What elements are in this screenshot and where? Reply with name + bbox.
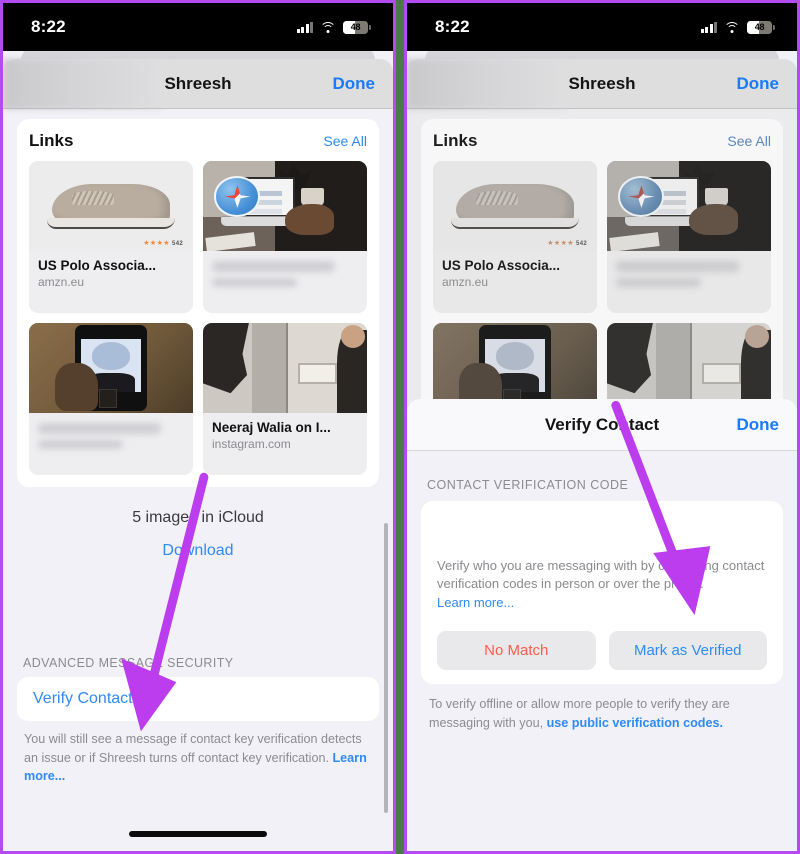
verify-contact-sheet: Verify Contact Done CONTACT VERIFICATION… [407,399,797,851]
icloud-count-label: 5 images in iCloud [132,509,264,526]
verify-done-button[interactable]: Done [737,415,780,435]
verify-footer-text: To verify offline or allow more people t… [421,684,783,732]
verification-code-card: Verify who you are messaging with by com… [421,501,783,685]
status-icon-group: 48 [296,20,371,34]
safari-icon [618,176,665,217]
verify-contact-body: CONTACT VERIFICATION CODE Verify who you… [407,451,797,732]
rating-stars: ★★★★ 542 [143,240,184,248]
verification-description-body: Verify who you are messaging with by com… [437,558,765,592]
status-clock: 8:22 [31,17,66,36]
home-indicator [129,831,267,837]
links-card: Links See All ★★★★ 542 US Polo Associa...… [17,119,379,487]
rating-stars: ★★★★ 542 [547,240,588,248]
see-all-button[interactable]: See All [323,133,367,149]
link-thumbnail-shoe: ★★★★ 542 [29,161,193,251]
link-tile[interactable]: ★★★★ 542 US Polo Associa... amzn.eu [433,161,597,313]
link-thumbnail-desk [607,161,771,251]
footer-body: You will still see a message if contact … [24,732,362,765]
link-host: amzn.eu [442,275,489,289]
navbar-blur-overlay [407,59,567,109]
security-footer-text: You will still see a message if contact … [17,721,379,785]
link-meta-blurred [607,251,771,287]
links-header: Links See All [29,131,367,151]
link-meta: US Polo Associa... amzn.eu [29,251,193,289]
battery-icon: 48 [747,20,772,34]
screenshot-stage: 8:22 48 Shreesh Done Links See All ★★★★ … [0,0,800,854]
status-bar-right: 8:22 48 [407,3,797,51]
page-title: Shreesh [164,74,232,93]
icloud-section: 5 images in iCloud Download [17,509,379,560]
learn-more-link[interactable]: Learn more... [437,595,514,610]
advanced-message-security-section: ADVANCED MESSAGE SECURITY Verify Contact… [17,656,379,785]
verify-contact-title: Verify Contact [544,415,660,434]
mark-as-verified-button[interactable]: Mark as Verified [608,631,767,671]
nav-bar-right: Shreesh Done [407,59,797,109]
navbar-blur-overlay [3,59,163,109]
contact-verification-code-label: CONTACT VERIFICATION CODE [427,478,629,492]
nav-bar-left: Shreesh Done [3,59,393,109]
link-tile[interactable]: Neeraj Walia on I... instagram.com [203,323,367,475]
battery-level-label: 48 [350,22,361,32]
wifi-icon [724,21,740,33]
public-verification-codes-link[interactable]: use public verification codes. [547,716,723,730]
verification-description: Verify who you are messaging with by com… [437,557,767,612]
link-tile[interactable]: ★★★★ 542 US Polo Associa... amzn.eu [29,161,193,313]
see-all-button[interactable]: See All [727,133,771,149]
link-thumbnail-phone [29,323,193,413]
link-title: US Polo Associa... [38,258,157,273]
link-host: amzn.eu [38,275,85,289]
cellular-bars-icon [700,21,717,33]
verify-contact-navbar: Verify Contact Done [407,399,797,451]
status-clock: 8:22 [435,17,470,36]
status-bar-left: 8:22 48 [3,3,393,51]
page-title: Shreesh [568,74,636,93]
download-button[interactable]: Download [162,542,233,560]
link-meta-blurred [29,413,193,449]
wifi-icon [320,21,336,33]
safari-icon [214,176,261,217]
link-thumbnail-room [203,323,367,413]
status-icon-group: 48 [700,20,775,34]
battery-icon: 48 [343,20,368,34]
battery-level-label: 48 [754,22,765,32]
link-thumbnail-desk [203,161,367,251]
links-header: Links See All [433,131,771,151]
link-tile[interactable] [29,323,193,475]
section-header: ADVANCED MESSAGE SECURITY [23,656,234,671]
link-thumbnail-shoe: ★★★★ 542 [433,161,597,251]
link-tile[interactable] [203,161,367,313]
link-meta: US Polo Associa... amzn.eu [433,251,597,289]
link-tile[interactable] [607,161,771,313]
scrollbar-thumb[interactable] [384,523,388,813]
links-title: Links [433,131,478,150]
verify-actions: No Match Mark as Verified [437,631,767,671]
links-grid: ★★★★ 542 US Polo Associa... amzn.eu [29,161,367,475]
link-meta: Neeraj Walia on I... instagram.com [203,413,367,451]
phone-panel-right: 8:22 48 Shreesh Done Links See All ★★★★ … [404,0,800,854]
link-meta-blurred [203,251,367,287]
links-title: Links [29,131,74,150]
link-title: Neeraj Walia on I... [212,420,331,435]
verify-contact-row[interactable]: Verify Contact... [17,677,379,722]
link-host: instagram.com [212,437,291,451]
link-title: US Polo Associa... [442,258,561,273]
scroll-body-left: Links See All ★★★★ 542 US Polo Associa...… [3,109,393,851]
done-button[interactable]: Done [737,74,780,94]
phone-panel-left: 8:22 48 Shreesh Done Links See All ★★★★ … [0,0,396,854]
no-match-button[interactable]: No Match [437,631,596,671]
verify-contact-label: Verify Contact... [33,690,146,708]
cellular-bars-icon [296,21,313,33]
done-button[interactable]: Done [333,74,376,94]
